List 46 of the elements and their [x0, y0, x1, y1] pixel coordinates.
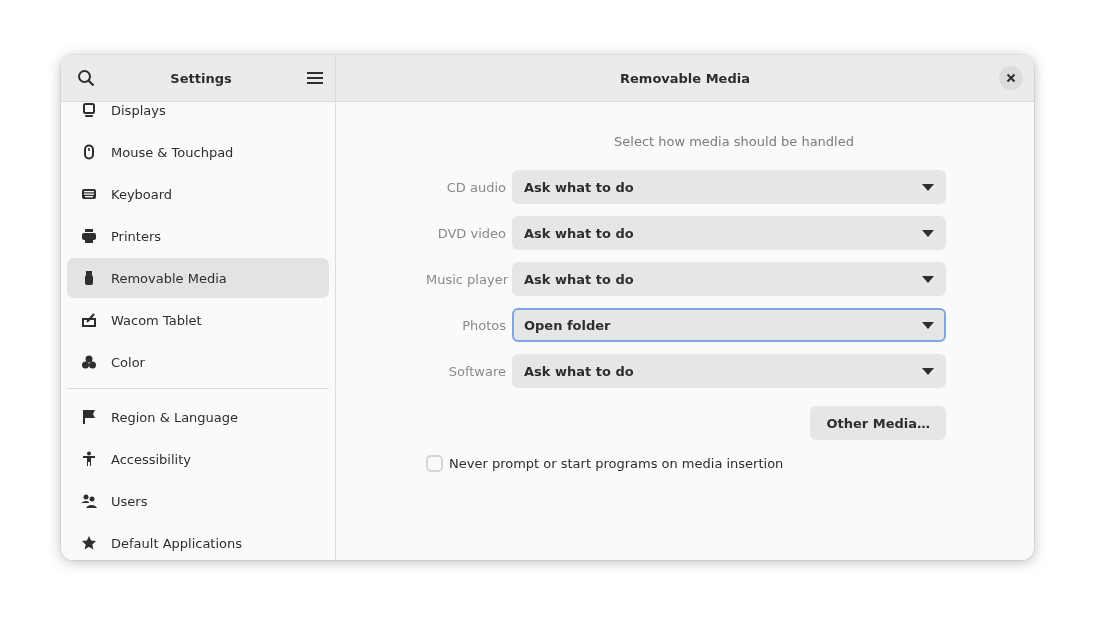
- display-icon: [81, 102, 97, 118]
- row-label: CD audio: [445, 179, 506, 195]
- never-prompt-checkbox[interactable]: Never prompt or start programs on media insertion: [426, 455, 1034, 472]
- sidebar-item[interactable]: Users: [67, 481, 329, 521]
- row-label: Photos: [461, 317, 506, 333]
- dropdown[interactable]: Ask what to do: [512, 216, 946, 250]
- sidebar-item[interactable]: Region & Language: [67, 397, 329, 437]
- users-icon: [81, 493, 97, 509]
- tablet-icon: [81, 312, 97, 328]
- sidebar-item[interactable]: Color: [67, 342, 329, 382]
- sidebar-item[interactable]: Removable Media: [67, 258, 329, 298]
- checkbox[interactable]: [426, 455, 443, 472]
- sidebar-item[interactable]: Keyboard: [67, 174, 329, 214]
- sidebar-item[interactable]: Printers: [67, 216, 329, 256]
- sidebar-item[interactable]: Wacom Tablet: [67, 300, 329, 340]
- sidebar-item[interactable]: Accessibility: [67, 439, 329, 479]
- dropdown[interactable]: Open folder: [512, 308, 946, 342]
- page-title: Removable Media: [620, 70, 750, 86]
- search-icon: [77, 69, 95, 87]
- section-heading: Select how media should be handled: [613, 134, 855, 149]
- printer-icon: [81, 228, 97, 244]
- keyboard-icon: [81, 186, 97, 202]
- dropdown-arrow-icon: [922, 367, 934, 375]
- star-icon: [81, 535, 97, 551]
- person-icon: [81, 451, 97, 467]
- mouse-icon: [81, 144, 97, 160]
- dropdown-arrow-icon: [922, 183, 934, 191]
- sidebar-title: Settings: [170, 70, 232, 86]
- dropdown-arrow-icon: [922, 321, 934, 329]
- dropdown-arrow-icon: [922, 275, 934, 283]
- other-media-button[interactable]: Other Media…: [810, 406, 946, 440]
- row-label: Music player: [426, 271, 506, 287]
- sidebar-item[interactable]: Mouse & Touchpad: [67, 132, 329, 172]
- row-label: DVD video: [436, 225, 506, 241]
- dropdown[interactable]: Ask what to do: [512, 262, 946, 296]
- color-circles-icon: [81, 354, 97, 370]
- flag-icon: [81, 409, 97, 425]
- dropdown-arrow-icon: [922, 229, 934, 237]
- close-button[interactable]: [999, 66, 1023, 90]
- row-label: Software: [447, 363, 506, 379]
- sidebar-item[interactable]: Displays: [67, 90, 329, 130]
- dropdown[interactable]: Ask what to do: [512, 170, 946, 204]
- menu-icon: [307, 71, 323, 85]
- sidebar-item[interactable]: Default Applications: [67, 523, 329, 560]
- dropdown[interactable]: Ask what to do: [512, 354, 946, 388]
- close-icon: [1006, 73, 1016, 83]
